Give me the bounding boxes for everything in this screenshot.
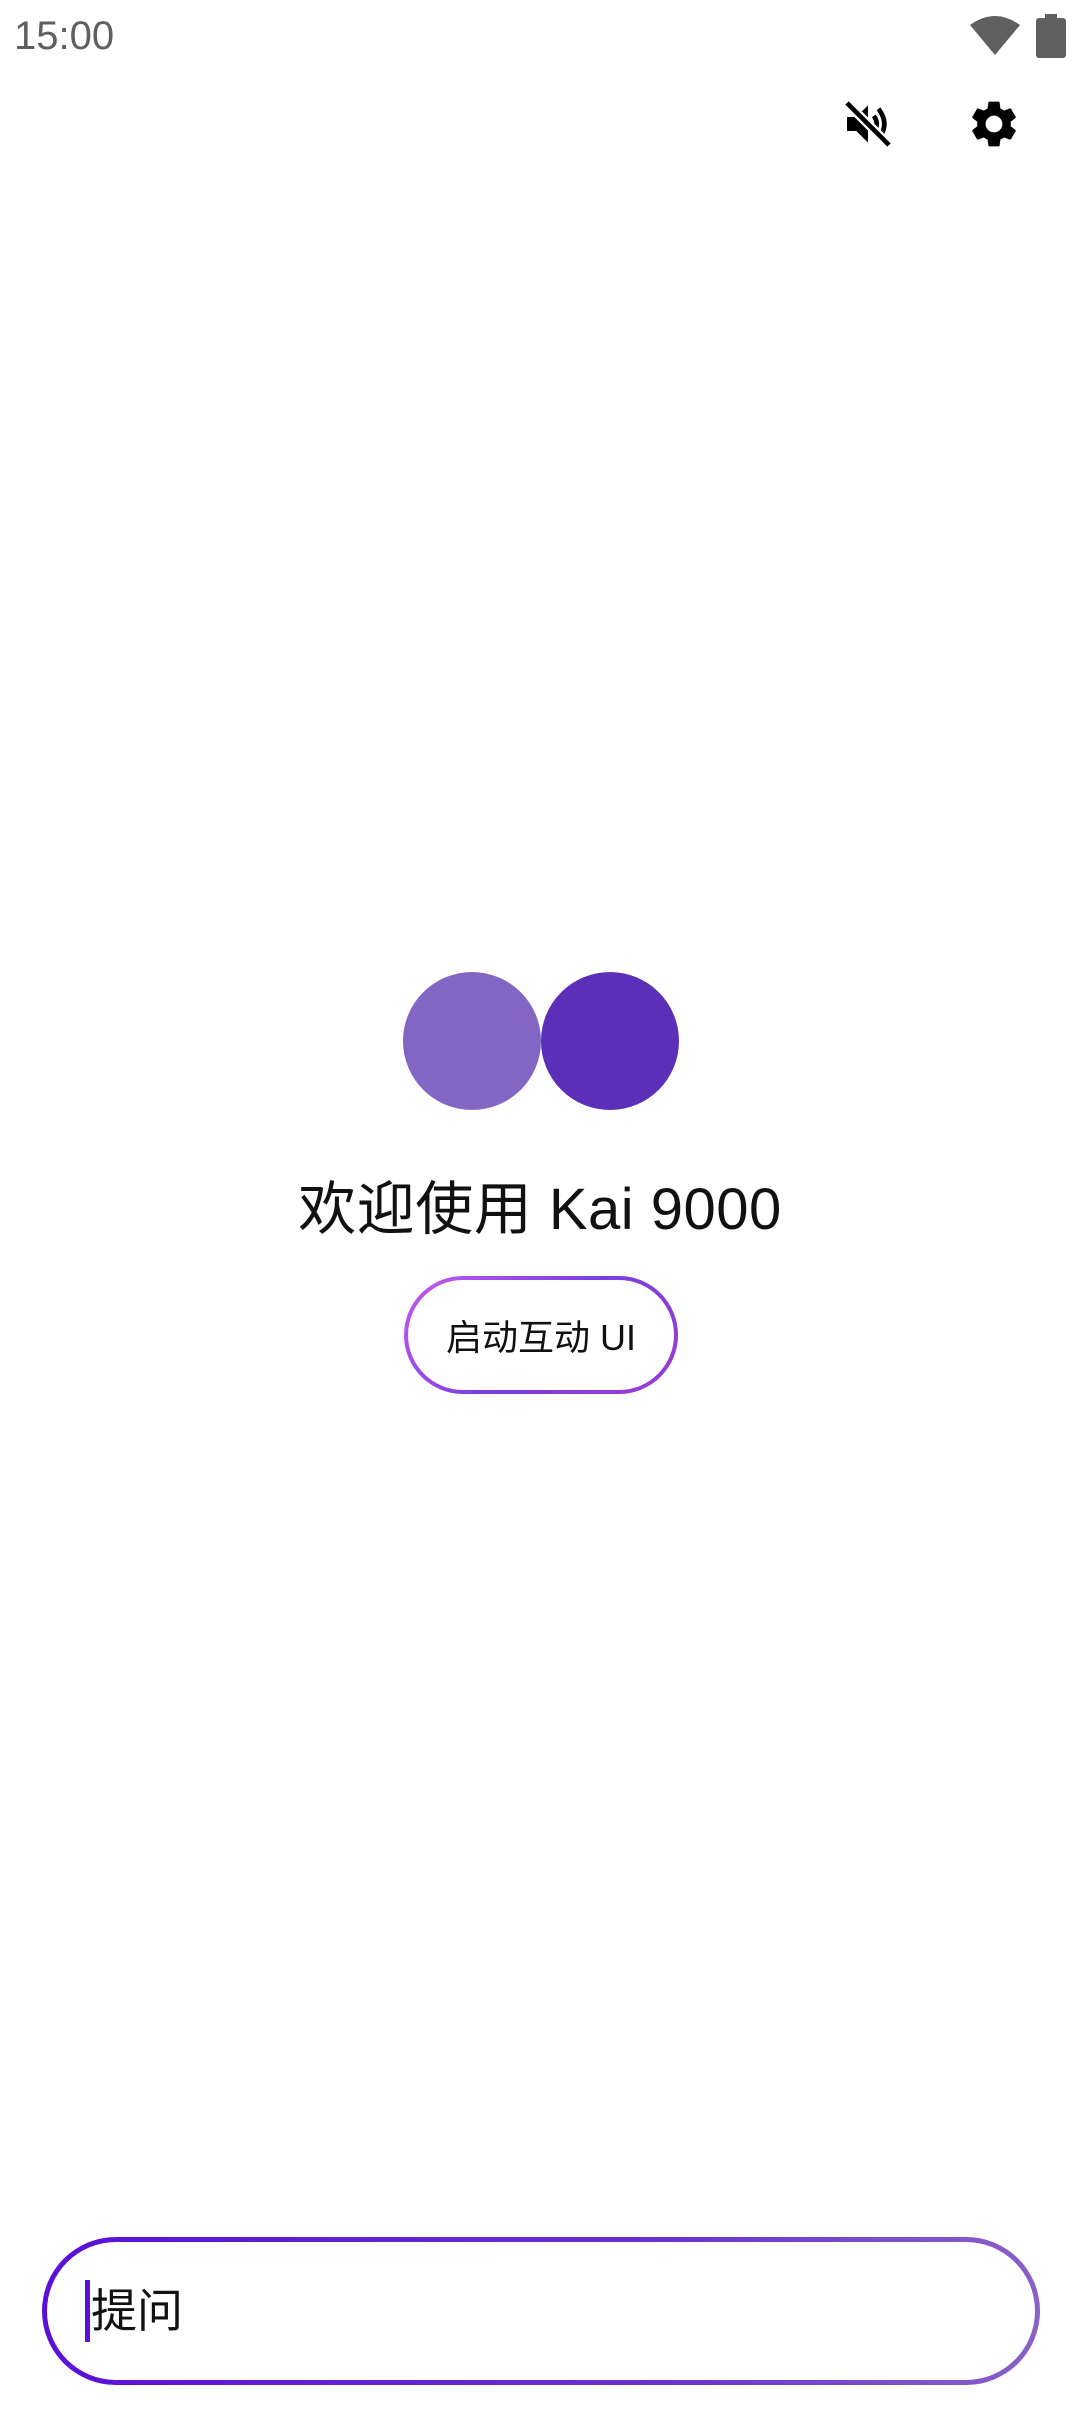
- volume-off-icon: [840, 96, 896, 156]
- battery-icon: [1036, 14, 1066, 62]
- top-action-bar: [780, 90, 1080, 190]
- prompt-input-box[interactable]: [47, 2242, 1035, 2380]
- settings-button[interactable]: [958, 90, 1030, 162]
- kai-logo: [403, 972, 679, 1112]
- launch-interactive-ui-button[interactable]: 启动互动 UI: [404, 1276, 678, 1394]
- settings-gear-icon: [966, 96, 1022, 156]
- mute-button[interactable]: [832, 90, 904, 162]
- launch-interactive-ui-label: 启动互动 UI: [408, 1280, 674, 1390]
- status-time: 15:00: [14, 14, 115, 58]
- logo-dot-left: [403, 972, 541, 1110]
- text-caret: [85, 2280, 90, 2342]
- welcome-title: 欢迎使用 Kai 9000: [298, 1177, 782, 1242]
- logo-dot-right: [541, 972, 679, 1110]
- status-icons: [968, 14, 1066, 62]
- prompt-input[interactable]: [87, 2271, 971, 2351]
- wifi-icon: [968, 15, 1022, 61]
- status-bar: 15:00: [0, 0, 1080, 80]
- app-screen: 15:00 欢迎使用 Kai 9000 启动互动 UI 提问: [0, 0, 1080, 2424]
- prompt-input-container: [42, 2237, 1040, 2385]
